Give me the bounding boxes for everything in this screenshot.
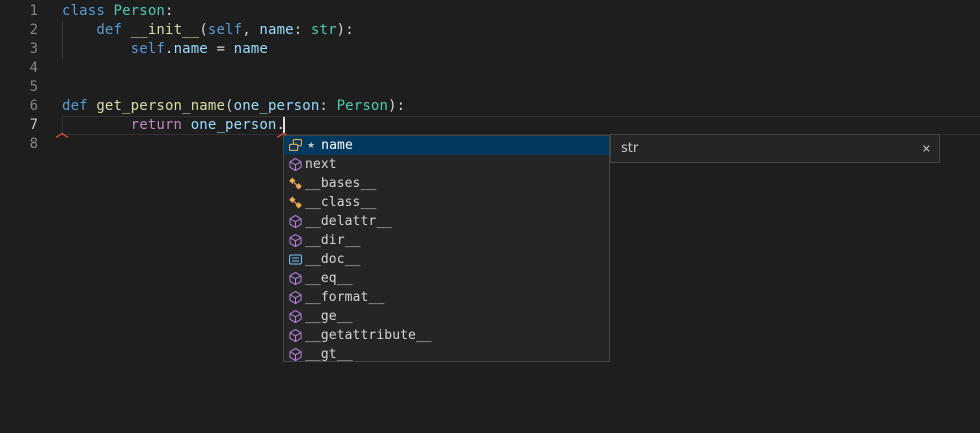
- suggestion-item[interactable]: __eq__: [284, 269, 609, 288]
- line-number[interactable]: 3: [0, 40, 38, 59]
- class-icon: [287, 195, 303, 211]
- method-cube-icon: [287, 157, 303, 173]
- code-token: =: [208, 41, 234, 57]
- suggestion-item[interactable]: ★ name: [284, 136, 609, 155]
- line-number[interactable]: 6: [0, 97, 38, 116]
- line-number[interactable]: 5: [0, 78, 38, 97]
- current-line-highlight: [62, 116, 980, 135]
- suggestion-label: name: [321, 138, 353, 153]
- method-cube-icon: [287, 290, 303, 306]
- code-token: str: [311, 22, 337, 38]
- code-token: :: [319, 98, 336, 114]
- code-line[interactable]: class Person:: [62, 2, 174, 21]
- method-cube-icon: [287, 271, 303, 287]
- line-number[interactable]: 8: [0, 135, 38, 154]
- suggestion-detail-panel: str ✕: [610, 134, 940, 163]
- code-token: self: [131, 41, 165, 57]
- code-token: def: [96, 22, 122, 38]
- suggestion-label: __ge__: [305, 309, 353, 324]
- suggestion-item[interactable]: __gt__: [284, 345, 609, 362]
- suggestion-label: __getattribute__: [305, 328, 432, 343]
- error-squiggle: [55, 132, 69, 139]
- code-token: name: [259, 22, 293, 38]
- code-token: Person: [337, 98, 388, 114]
- suggestion-label: __eq__: [305, 271, 353, 286]
- suggestion-item[interactable]: __doc__: [284, 250, 609, 269]
- code-token: self: [208, 22, 242, 38]
- code-token: ):: [388, 98, 405, 114]
- close-icon[interactable]: ✕: [922, 143, 931, 154]
- method-cube-icon: [287, 309, 303, 325]
- code-token: ,: [242, 22, 259, 38]
- suggestion-item[interactable]: __bases__: [284, 174, 609, 193]
- suggestion-item[interactable]: __class__: [284, 193, 609, 212]
- code-token: __init__: [131, 22, 200, 38]
- suggestion-label: __dir__: [305, 233, 361, 248]
- suggestion-label: __format__: [305, 290, 384, 305]
- code-token: [62, 22, 96, 38]
- code-token: (: [225, 98, 234, 114]
- suggestion-item[interactable]: __delattr__: [284, 212, 609, 231]
- code-editor[interactable]: 12345678 class Person: def __init__(self…: [0, 0, 980, 433]
- suggestion-label: __class__: [305, 195, 376, 210]
- suggestion-label: __bases__: [305, 176, 376, 191]
- field-icon: [287, 138, 303, 154]
- code-token: .: [165, 41, 174, 57]
- code-line[interactable]: def get_person_name(one_person: Person):: [62, 97, 405, 116]
- line-number[interactable]: 1: [0, 2, 38, 21]
- suggestion-item[interactable]: __format__: [284, 288, 609, 307]
- method-cube-icon: [287, 328, 303, 344]
- star-icon: ★: [307, 141, 315, 151]
- code-token: [105, 3, 114, 19]
- suggestion-item[interactable]: __getattribute__: [284, 326, 609, 345]
- line-number[interactable]: 4: [0, 59, 38, 78]
- method-cube-icon: [287, 233, 303, 249]
- text-cursor: [283, 117, 285, 133]
- code-token: :: [165, 3, 174, 19]
- code-token: class: [62, 3, 105, 19]
- code-token: get_person_name: [96, 98, 225, 114]
- code-token: name: [174, 41, 208, 57]
- detail-text: str: [621, 135, 638, 162]
- code-token: Person: [114, 3, 165, 19]
- line-number[interactable]: 7: [0, 116, 38, 135]
- suggestion-label: __gt__: [305, 347, 353, 362]
- code-token: (: [199, 22, 208, 38]
- code-token: [62, 41, 131, 57]
- suggestion-item[interactable]: __ge__: [284, 307, 609, 326]
- constant-icon: [287, 252, 303, 268]
- suggestion-item[interactable]: __dir__: [284, 231, 609, 250]
- code-token: def: [62, 98, 88, 114]
- suggestion-label: __doc__: [305, 252, 361, 267]
- code-line[interactable]: self.name = name: [62, 40, 268, 59]
- class-icon: [287, 176, 303, 192]
- method-cube-icon: [287, 214, 303, 230]
- indent-guide: [62, 21, 63, 59]
- code-line[interactable]: def __init__(self, name: str):: [62, 21, 354, 40]
- suggestion-label: next: [305, 157, 337, 172]
- code-token: :: [294, 22, 311, 38]
- code-token: [122, 22, 131, 38]
- method-cube-icon: [287, 347, 303, 363]
- autocomplete-popup: ★ name next __bases__ __class__ __delattr__ __…: [283, 135, 610, 362]
- suggestion-label: __delattr__: [305, 214, 392, 229]
- code-token: ):: [337, 22, 354, 38]
- line-number[interactable]: 2: [0, 21, 38, 40]
- suggestion-item[interactable]: next: [284, 155, 609, 174]
- code-token: one_person: [234, 98, 320, 114]
- code-token: name: [234, 41, 268, 57]
